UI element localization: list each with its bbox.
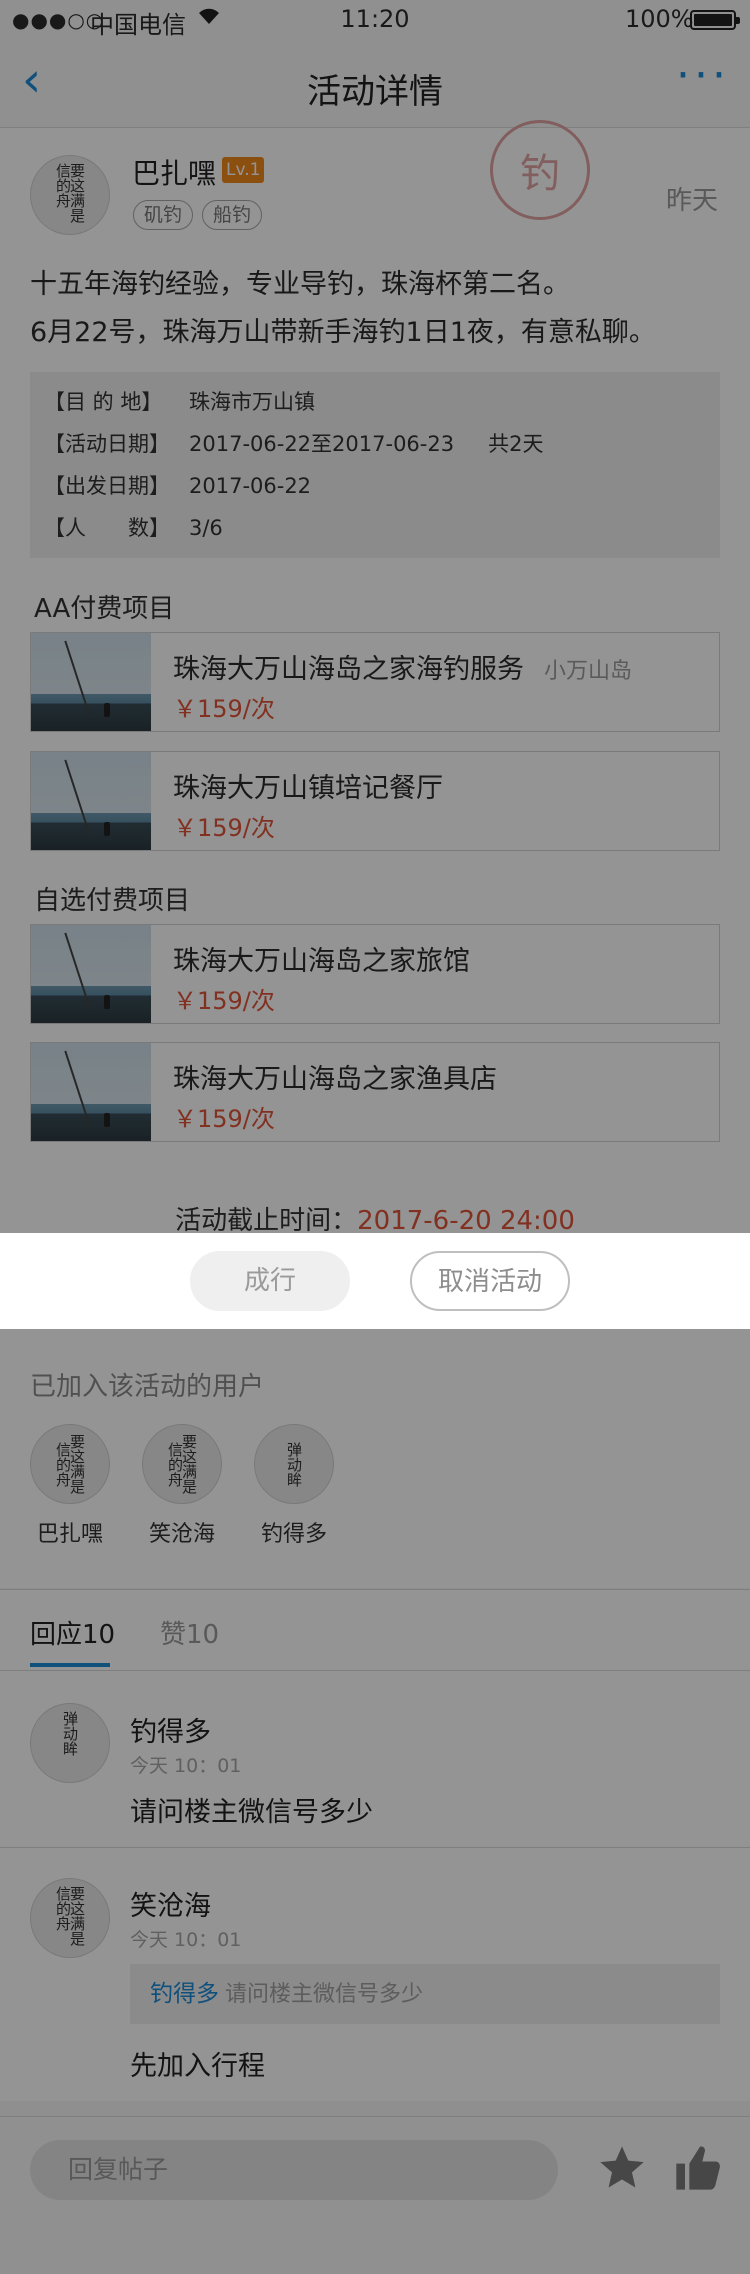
confirm-trip-button[interactable]: 成行 (190, 1251, 350, 1311)
modal-overlay[interactable] (0, 0, 750, 1233)
modal-overlay[interactable] (0, 1329, 750, 2274)
cancel-activity-button[interactable]: 取消活动 (410, 1251, 570, 1311)
action-bar: 成行 取消活动 (0, 1233, 750, 1329)
